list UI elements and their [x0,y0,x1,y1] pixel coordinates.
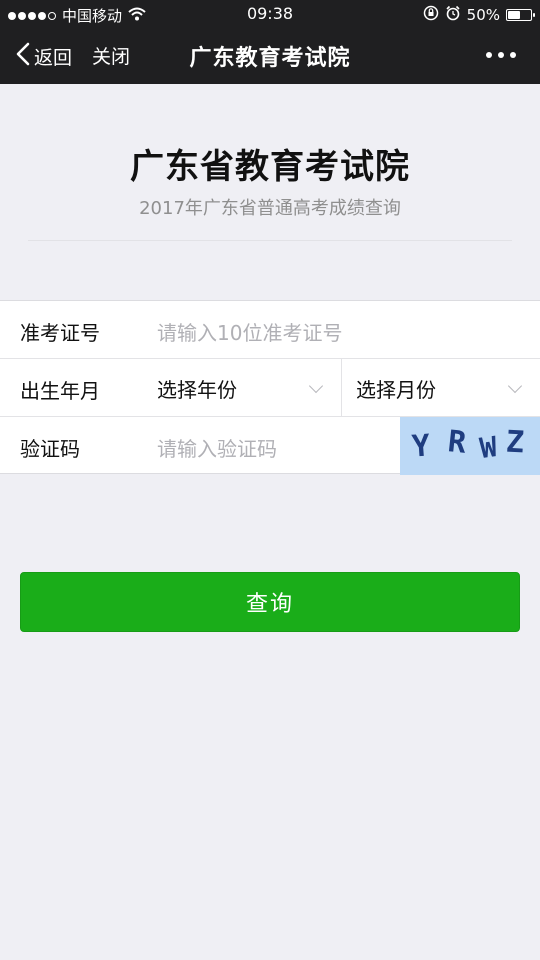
year-select[interactable]: 选择年份 [157,359,341,417]
nav-bar: 返回 关闭 广东教育考试院 [0,28,540,84]
chevron-down-icon [308,378,324,394]
status-bar: 中国移动 09:38 50% [0,0,540,28]
birth-row: 出生年月 选择年份 选择月份 [0,359,540,417]
battery-percent: 50% [466,6,500,24]
birth-label: 出生年月 [20,379,100,403]
year-select-value: 选择年份 [157,377,237,402]
alarm-icon [445,5,461,25]
top-bar: 中国移动 09:38 50% 返回 关闭 广东教育考试院 [0,0,540,84]
month-select[interactable]: 选择月份 [356,359,540,417]
select-divider [341,359,342,417]
page-subtitle: 2017年广东省普通高考成绩查询 [139,198,401,219]
captcha-char: R [446,424,468,461]
captcha-label: 验证码 [20,437,80,461]
captcha-input[interactable]: 请输入验证码 [157,433,397,462]
page-title: 广东省教育考试院 [130,147,410,187]
captcha-char: Z [505,424,525,461]
exam-id-label: 准考证号 [20,321,100,345]
chevron-down-icon [507,378,523,394]
query-button[interactable]: 查询 [20,572,520,632]
captcha-row: 验证码 请输入验证码 Y R W Z [0,417,540,475]
status-right: 50% [423,5,535,25]
page-header: 广东省教育考试院 2017年广东省普通高考成绩查询 [0,84,540,300]
battery-icon [506,9,535,21]
captcha-image[interactable]: Y R W Z [400,417,540,475]
captcha-char: W [477,429,500,466]
captcha-char: Y [410,428,432,465]
query-form: 准考证号 请输入10位准考证号 出生年月 选择年份 选择月份 验证码 请输入验证… [0,300,540,475]
orientation-lock-icon [423,5,439,25]
month-select-value: 选择月份 [356,377,436,402]
screen: 中国移动 09:38 50% 返回 关闭 广东教育考试院 广东省教育考试院 20… [0,0,540,960]
nav-title: 广东教育考试院 [189,46,351,71]
exam-id-input[interactable]: 请输入10位准考证号 [157,317,397,346]
more-icon[interactable] [486,52,516,58]
header-divider [28,240,512,241]
exam-id-row: 准考证号 请输入10位准考证号 [0,301,540,359]
